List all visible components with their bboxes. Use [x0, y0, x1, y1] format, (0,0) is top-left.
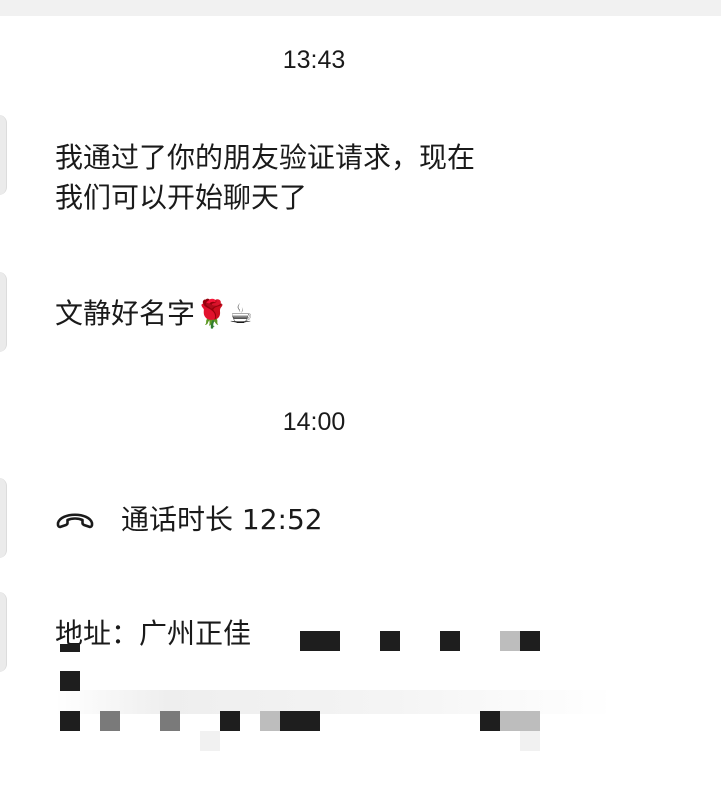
rose-emoji: 🌹: [195, 299, 229, 330]
message-text-line: 我通过了你的朋友验证请求，现在: [55, 141, 476, 174]
message-bubble[interactable]: 我通过了你的朋友验证请求，现在 我们可以开始聊天了: [55, 138, 475, 218]
top-bar-edge: [0, 0, 721, 16]
timestamp: 13:43: [282, 46, 346, 74]
phone-hangup-icon: [55, 503, 99, 533]
avatar[interactable]: [0, 592, 7, 672]
avatar[interactable]: [0, 115, 7, 195]
address-message-text[interactable]: 地址：广州正佳: [55, 614, 251, 654]
message-text-line: 我们可以开始聊天了: [55, 181, 308, 214]
message-text: 文静好名字: [55, 297, 196, 330]
coffee-emoji: ☕: [228, 299, 253, 330]
message-bubble[interactable]: 文静好名字🌹☕: [55, 294, 253, 335]
timestamp: 14:00: [282, 408, 346, 436]
call-duration-text: 通话时长 12:52: [121, 503, 323, 536]
avatar[interactable]: [0, 478, 7, 558]
call-message[interactable]: 通话时长 12:52: [55, 496, 323, 540]
chat-screen: 13:43 我通过了你的朋友验证请求，现在 我们可以开始聊天了 文静好名字🌹☕ …: [0, 0, 721, 799]
avatar[interactable]: [0, 272, 7, 352]
